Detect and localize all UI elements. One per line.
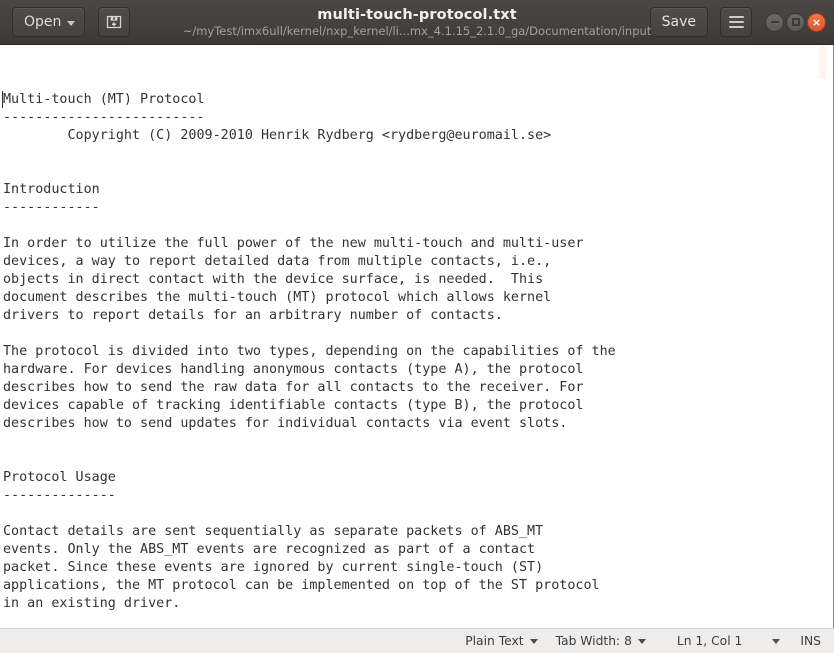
save-as-icon	[105, 13, 123, 31]
chevron-down-icon	[67, 20, 76, 26]
save-button[interactable]: Save	[649, 7, 708, 37]
language-label: Plain Text	[465, 634, 524, 648]
titlebar: Open multi-touch-protocol.txt ~/myTest/i…	[0, 0, 834, 45]
window-controls: ×	[765, 12, 826, 32]
close-icon: ×	[811, 15, 822, 29]
tab-width-label: Tab Width: 8	[555, 634, 632, 648]
open-button-label: Open	[24, 14, 62, 30]
hamburger-menu-button[interactable]	[720, 7, 752, 37]
open-button[interactable]: Open	[12, 7, 86, 37]
maximize-button[interactable]	[786, 12, 805, 32]
tab-width-selector[interactable]: Tab Width: 8	[547, 629, 655, 653]
file-path-subtitle: ~/myTest/imx6ull/kernel/nxp_kernel/li...…	[182, 23, 652, 38]
insert-mode-indicator[interactable]: INS	[794, 629, 827, 653]
save-as-button[interactable]	[98, 7, 131, 37]
save-button-label: Save	[661, 14, 696, 30]
chevron-down-icon	[637, 638, 646, 644]
hamburger-menu-icon	[728, 16, 744, 28]
page-title: multi-touch-protocol.txt	[317, 6, 517, 23]
statusbar: Plain Text Tab Width: 8 Ln 1, Col 1 INS	[0, 628, 834, 653]
document-area[interactable]: Multi-touch (MT) Protocol --------------…	[0, 45, 834, 628]
scrollbar-thumb[interactable]	[819, 46, 826, 79]
maximize-icon	[791, 18, 800, 26]
gedit-window: Open multi-touch-protocol.txt ~/myTest/i…	[0, 0, 834, 653]
cursor-position-menu[interactable]	[746, 629, 794, 653]
close-button[interactable]: ×	[807, 12, 826, 32]
minimize-button[interactable]	[765, 12, 784, 32]
cursor-position-label: Ln 1, Col 1	[676, 634, 743, 648]
document-text[interactable]: Multi-touch (MT) Protocol --------------…	[3, 91, 616, 628]
chevron-down-icon	[529, 638, 538, 644]
insert-mode-label: INS	[800, 634, 821, 648]
cursor-position: Ln 1, Col 1	[655, 629, 746, 653]
language-selector[interactable]: Plain Text	[456, 629, 546, 653]
minimize-icon	[770, 21, 779, 23]
chevron-down-icon	[772, 638, 781, 644]
vertical-scrollbar[interactable]	[819, 45, 832, 628]
